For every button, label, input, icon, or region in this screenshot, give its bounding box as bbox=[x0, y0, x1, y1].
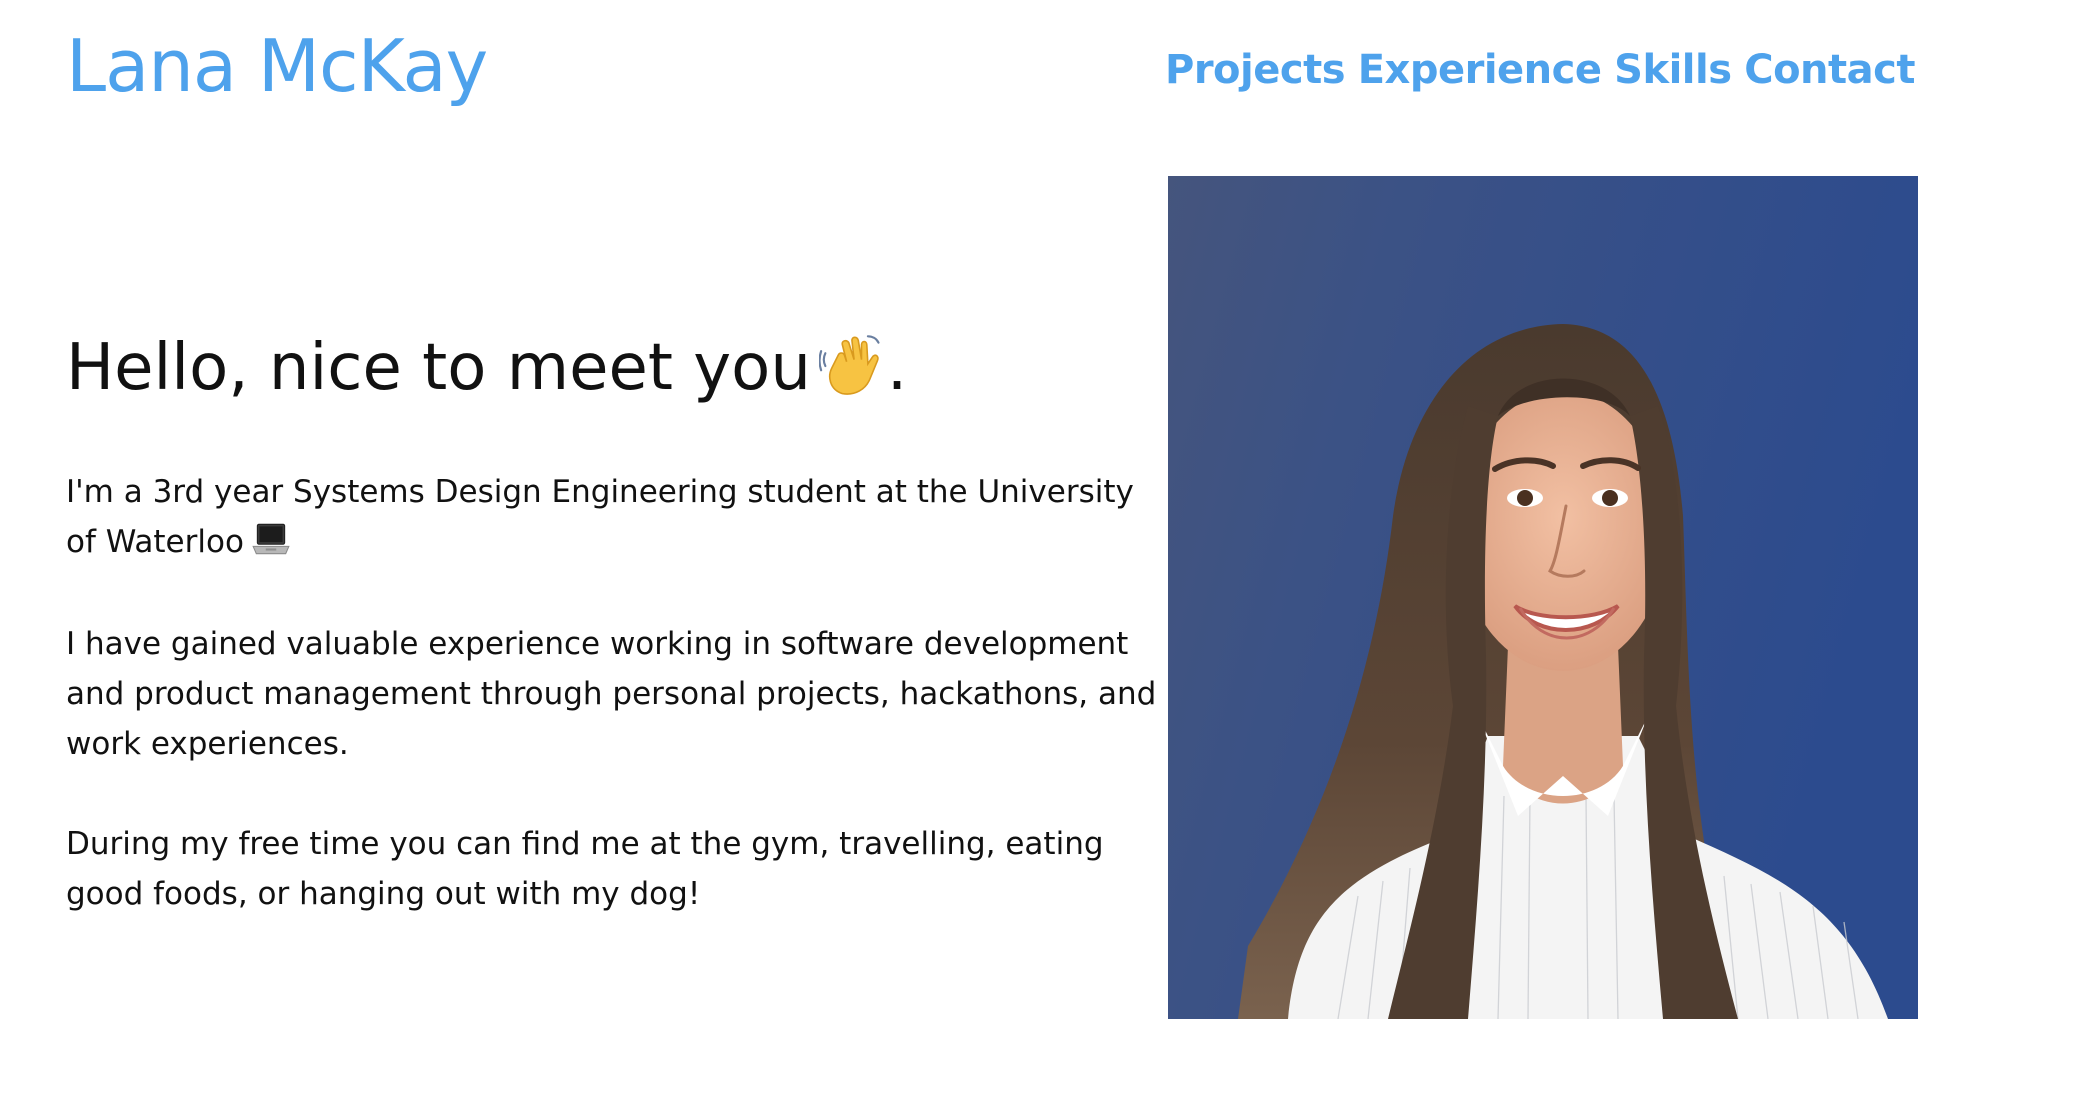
nav-link-experience[interactable]: Experience bbox=[1358, 50, 1602, 90]
intro-text: Hello, nice to meet you . I'm a 3rd year… bbox=[66, 331, 1166, 969]
nav-link-contact[interactable]: Contact bbox=[1744, 50, 1915, 90]
waving-hand-icon bbox=[811, 332, 887, 411]
bio-paragraph-hobbies: During my free time you can find me at t… bbox=[66, 825, 1104, 912]
profile-photo bbox=[1168, 176, 1918, 1019]
bio-text-education: I'm a 3rd year Systems Design Engineerin… bbox=[66, 473, 1134, 560]
bio-paragraph-experience: I have gained valuable experience workin… bbox=[66, 625, 1157, 762]
nav-link-projects[interactable]: Projects bbox=[1165, 50, 1346, 90]
site-title[interactable]: Lana McKay bbox=[66, 30, 488, 102]
greeting-text: Hello, nice to meet you bbox=[66, 331, 811, 405]
laptop-icon bbox=[244, 518, 292, 569]
main-nav: Projects Experience Skills Contact bbox=[1165, 50, 1915, 90]
greeting-heading: Hello, nice to meet you . bbox=[66, 331, 1166, 411]
bio-paragraph-education: I'm a 3rd year Systems Design Engineerin… bbox=[66, 467, 1166, 569]
greeting-period: . bbox=[886, 331, 908, 405]
nav-link-skills[interactable]: Skills bbox=[1614, 50, 1732, 90]
